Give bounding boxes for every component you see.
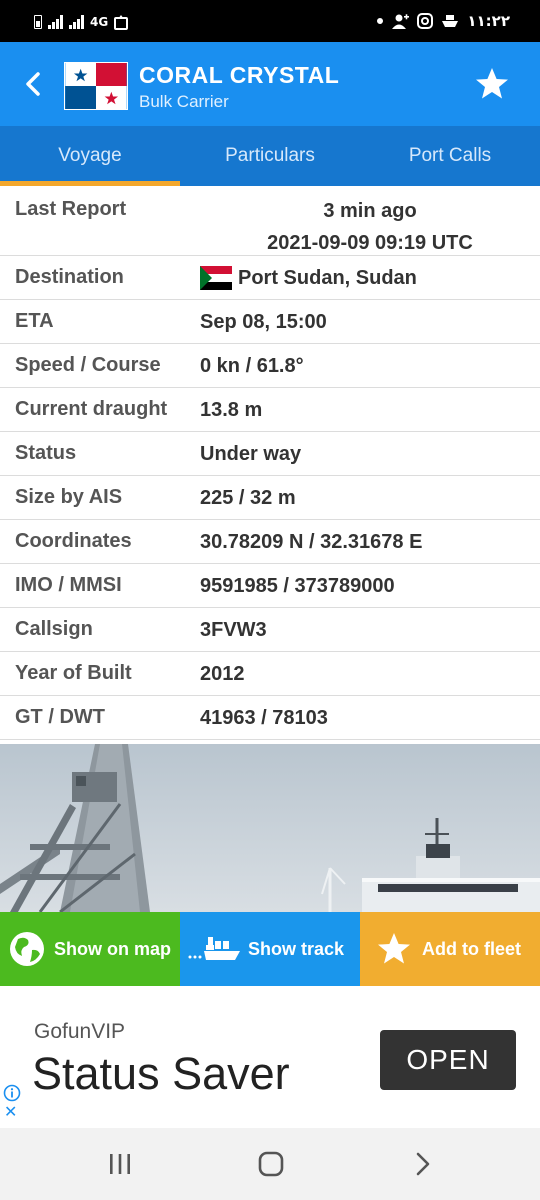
row-label: GT / DWT <box>15 706 105 728</box>
row-year-built: Year of Built 2012 <box>0 652 540 696</box>
row-value: 3FVW3 <box>200 618 267 641</box>
tab-port-calls[interactable]: Port Calls <box>360 126 540 186</box>
user-add-icon <box>392 14 410 29</box>
show-track-label: Show track <box>248 938 345 959</box>
destination-value: Port Sudan, Sudan <box>238 266 417 289</box>
tab-voyage[interactable]: Voyage <box>0 126 180 186</box>
dot-icon <box>377 18 384 24</box>
row-last-report: Last Report 3 min ago 2021-09-09 09:19 U… <box>0 186 540 256</box>
show-on-map-label: Show on map <box>54 938 171 959</box>
ad-banner[interactable]: GofunVIP Status Saver OPEN ✕ <box>0 992 540 1126</box>
row-destination: Destination Port Sudan, Sudan <box>0 256 540 300</box>
last-report-timestamp: 2021-09-09 09:19 UTC <box>267 232 473 254</box>
row-value: 225 / 32 m <box>200 486 296 509</box>
sudan-flag-icon <box>200 265 232 290</box>
home-icon <box>258 1151 284 1177</box>
chevron-left-icon <box>26 72 40 96</box>
back-button[interactable] <box>18 66 48 102</box>
row-label: Speed / Course <box>15 354 161 376</box>
ship-track-icon <box>188 937 240 960</box>
row-gt-dwt: GT / DWT 41963 / 78103 <box>0 696 540 740</box>
row-coordinates: Coordinates 30.78209 N / 32.31678 E <box>0 520 540 564</box>
row-size: Size by AIS 225 / 32 m <box>0 476 540 520</box>
battery-icon <box>34 15 42 29</box>
row-draught: Current draught 13.8 m <box>0 388 540 432</box>
back-nav-button[interactable] <box>403 1148 443 1180</box>
close-icon[interactable]: ✕ <box>4 1104 17 1120</box>
row-speed-course: Speed / Course 0 kn / 61.8° <box>0 344 540 388</box>
row-label: Size by AIS <box>15 486 123 508</box>
row-label: Coordinates <box>15 530 132 552</box>
status-left: 4G <box>34 14 129 30</box>
vessel-name: CORAL CRYSTAL <box>139 62 340 88</box>
row-eta: ETA Sep 08, 15:00 <box>0 300 540 344</box>
row-value: 3 min ago 2021-09-09 09:19 UTC <box>200 198 540 256</box>
notification-icon <box>114 15 129 30</box>
status-bar: 4G ١١:٢٢ <box>0 0 540 42</box>
row-label: Year of Built <box>15 662 132 684</box>
recent-apps-icon <box>110 1154 130 1174</box>
row-value: 30.78209 N / 32.31678 E <box>200 530 423 553</box>
voyage-details: Last Report 3 min ago 2021-09-09 09:19 U… <box>0 186 540 740</box>
row-label: Callsign <box>15 618 93 640</box>
instagram-icon <box>417 13 434 29</box>
add-to-fleet-button[interactable]: Add to fleet <box>360 912 540 986</box>
recent-apps-button[interactable] <box>100 1148 140 1180</box>
tab-bar: Voyage Particulars Port Calls <box>0 126 540 186</box>
ship-icon <box>442 15 459 27</box>
signal-icon-2 <box>69 15 84 29</box>
row-value: 2012 <box>200 662 245 685</box>
system-nav-bar <box>0 1128 540 1200</box>
network-type: 4G <box>90 15 109 29</box>
favorite-button[interactable] <box>474 66 510 102</box>
vessel-photo[interactable] <box>0 744 540 912</box>
row-label: Last Report <box>15 198 127 220</box>
show-track-button[interactable]: Show track <box>180 912 360 986</box>
ad-title: Status Saver <box>32 1048 290 1099</box>
vessel-type: Bulk Carrier <box>139 92 229 111</box>
row-status: Status Under way <box>0 432 540 476</box>
chevron-right-icon <box>416 1152 430 1176</box>
tab-particulars[interactable]: Particulars <box>180 126 360 186</box>
row-label: Status <box>15 442 77 464</box>
home-button[interactable] <box>251 1148 291 1180</box>
row-label: Destination <box>15 266 124 288</box>
row-callsign: Callsign 3FVW3 <box>0 608 540 652</box>
star-icon <box>378 933 410 964</box>
row-value: Under way <box>200 442 302 465</box>
row-value: Sep 08, 15:00 <box>200 310 327 333</box>
action-bar: Show on map Show track Add to fleet <box>0 912 540 986</box>
clock: ١١:٢٢ <box>467 12 510 30</box>
show-on-map-button[interactable]: Show on map <box>0 912 180 986</box>
row-label: Current draught <box>15 398 168 420</box>
signal-icon <box>48 15 63 29</box>
add-to-fleet-label: Add to fleet <box>422 938 521 959</box>
row-value: 0 kn / 61.8° <box>200 354 304 377</box>
row-value: Port Sudan, Sudan <box>200 265 540 291</box>
row-imo-mmsi: IMO / MMSI 9591985 / 373789000 <box>0 564 540 608</box>
globe-icon <box>10 932 44 966</box>
panama-flag-icon <box>64 62 128 110</box>
row-label: ETA <box>15 310 54 332</box>
row-value: 9591985 / 373789000 <box>200 574 395 597</box>
row-label: IMO / MMSI <box>15 574 122 596</box>
last-report-relative: 3 min ago <box>323 200 417 222</box>
row-value: 13.8 m <box>200 398 263 421</box>
row-value: 41963 / 78103 <box>200 706 328 729</box>
status-right: ١١:٢٢ <box>377 12 510 30</box>
ad-open-button[interactable]: OPEN <box>380 1030 516 1090</box>
info-icon[interactable] <box>3 1084 21 1102</box>
ad-brand: GofunVIP <box>34 1020 126 1043</box>
star-icon <box>476 68 508 99</box>
app-header: CORAL CRYSTAL Bulk Carrier <box>0 42 540 126</box>
